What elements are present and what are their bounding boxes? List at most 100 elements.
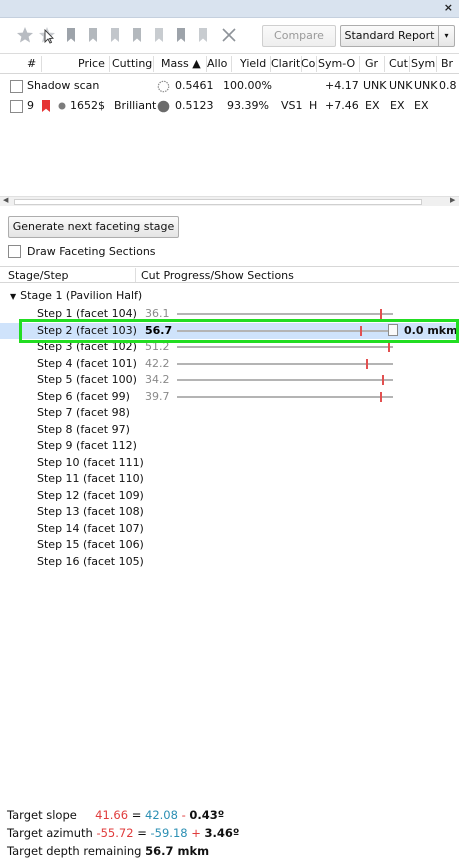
step-label: Step 4 (facet 101) (37, 356, 137, 370)
chevron-down-icon[interactable]: ▾ (438, 26, 454, 46)
step-label: Step 15 (facet 106) (37, 538, 144, 551)
step-row[interactable]: Step 11 (facet 110) (0, 471, 459, 487)
toolbar: Compare Standard Report ▾ (0, 22, 459, 50)
section-marker[interactable] (380, 391, 382, 402)
step-label: Step 16 (facet 105) (37, 554, 144, 568)
step-progress-value: 42.2 (145, 356, 170, 370)
window-titlebar: × (0, 0, 459, 18)
target-slope-label: Target slope (7, 808, 77, 822)
column-divider (231, 56, 232, 72)
step-progress-value: 36.1 (145, 307, 170, 320)
progress-slider-track[interactable] (177, 395, 393, 398)
col-grade[interactable]: Gr (365, 57, 378, 70)
col-mass[interactable]: Mass ▲ (161, 57, 201, 70)
equals-sign: = (137, 826, 147, 840)
step-row[interactable]: Step 5 (facet 100) 34.2 (0, 372, 459, 388)
col-clarity[interactable]: Clarity (271, 57, 300, 70)
bookmark-icon[interactable] (194, 26, 212, 44)
close-icon[interactable] (220, 26, 238, 44)
row-clarity: VS1 (281, 99, 303, 112)
progress-slider-track[interactable] (177, 362, 393, 365)
bookmark-icon[interactable] (41, 99, 51, 113)
col-price[interactable]: Price (78, 57, 105, 70)
target-slope-row: Target slope 41.66 = 42.08 - 0.43º (7, 808, 224, 822)
col-cutting[interactable]: Cutting (112, 57, 152, 70)
column-divider (109, 56, 110, 72)
progress-slider-track[interactable] (177, 346, 393, 348)
section-marker[interactable] (382, 375, 384, 385)
current-azimuth-value: -59.18 (150, 826, 188, 840)
row-checkbox[interactable] (10, 100, 23, 113)
step-row[interactable]: Step 13 (facet 108) (0, 504, 459, 520)
section-marker[interactable] (360, 325, 362, 336)
col-sym-o[interactable]: Sym-O (318, 57, 358, 70)
step-row[interactable]: Step 3 (facet 102) 51.2 (0, 339, 459, 355)
table-row[interactable]: 9 1652$ Brilliant 0.5123 93.39% VS1 H +7… (0, 96, 459, 116)
slope-difference: 0.43º (189, 808, 225, 822)
row-br: 0.8 (439, 79, 457, 92)
step-label: Step 7 (facet 98) (37, 406, 130, 419)
draw-sections-checkbox[interactable] (8, 245, 21, 258)
col-cut[interactable]: Cut (389, 57, 408, 70)
progress-slider-track[interactable] (177, 313, 393, 315)
bookmark-icon[interactable] (150, 26, 168, 44)
col-yield[interactable]: Yield (240, 57, 266, 70)
section-marker[interactable] (366, 358, 368, 369)
step-row[interactable]: Step 8 (facet 97) (0, 422, 459, 438)
step-row[interactable]: Step 2 (facet 103) 56.7 0.0 mkm (0, 322, 459, 339)
close-window-button[interactable]: × (444, 1, 453, 14)
step-label: Step 2 (facet 103) (37, 323, 137, 337)
step-label: Step 13 (facet 108) (37, 505, 144, 518)
collapse-triangle-icon[interactable]: ▼ (10, 292, 16, 301)
table-row[interactable]: Shadow scan 0.5461 100.00% +4.17 UNK UNK… (0, 76, 459, 96)
step-row[interactable]: Step 7 (facet 98) (0, 405, 459, 421)
target-azimuth-label: Target azimuth (7, 826, 93, 840)
star-icon[interactable] (38, 26, 56, 44)
step-row[interactable]: Step 10 (facet 111) (0, 455, 459, 471)
progress-slider-track[interactable] (177, 329, 389, 332)
col-allo[interactable]: Allo (207, 57, 230, 70)
progress-slider-track[interactable] (177, 379, 393, 381)
column-divider (153, 56, 154, 72)
step-row[interactable]: Step 15 (facet 106) (0, 537, 459, 553)
row-mass: 0.5461 (175, 79, 214, 92)
step-label: Step 11 (facet 110) (37, 472, 144, 485)
bookmark-icon[interactable] (106, 26, 124, 44)
operator-sign: + (191, 826, 201, 840)
scroll-left-icon[interactable]: ◀ (3, 196, 8, 204)
stage-row[interactable]: ▼ Stage 1 (Pavilion Half) (10, 289, 142, 302)
col-sym[interactable]: Sym (411, 57, 435, 70)
col-stage-step[interactable]: Stage/Step (8, 269, 69, 282)
report-dropdown[interactable]: Standard Report ▾ (340, 25, 455, 47)
bookmark-icon[interactable] (62, 26, 80, 44)
col-cut-progress[interactable]: Cut Progress/Show Sections (141, 269, 294, 282)
col-number[interactable]: # (27, 57, 36, 70)
col-br[interactable]: Br (441, 57, 459, 70)
section-marker[interactable] (380, 309, 382, 319)
step-label: Step 10 (facet 111) (37, 455, 144, 469)
slider-handle[interactable] (388, 323, 398, 336)
draw-sections-label: Draw Faceting Sections (27, 245, 156, 258)
bookmark-icon[interactable] (172, 26, 190, 44)
scroll-right-icon[interactable]: ▶ (450, 196, 455, 204)
step-label: Step 14 (facet 107) (37, 521, 144, 535)
horizontal-scrollbar[interactable]: ◀ ▶ (0, 196, 459, 206)
step-row[interactable]: Step 14 (facet 107) (0, 521, 459, 537)
step-row[interactable]: Step 16 (facet 105) (0, 554, 459, 570)
bookmark-icon[interactable] (84, 26, 102, 44)
row-checkbox[interactable] (10, 80, 23, 93)
step-row[interactable]: Step 1 (facet 104) 36.1 (0, 306, 459, 322)
scrollbar-thumb[interactable] (14, 199, 422, 205)
section-marker[interactable] (388, 342, 390, 352)
step-progress-value: 56.7 (145, 323, 173, 337)
row-sym: UNK (414, 79, 438, 92)
step-row[interactable]: Step 6 (facet 99) 39.7 (0, 389, 459, 405)
bookmark-icon[interactable] (128, 26, 146, 44)
star-icon[interactable] (16, 26, 34, 44)
col-color[interactable]: Co (301, 57, 316, 70)
compare-button[interactable]: Compare (262, 25, 336, 47)
step-row[interactable]: Step 9 (facet 112) (0, 438, 459, 454)
generate-stage-button[interactable]: Generate next faceting stage (8, 216, 179, 238)
step-row[interactable]: Step 12 (facet 109) (0, 488, 459, 504)
step-row[interactable]: Step 4 (facet 101) 42.2 (0, 356, 459, 372)
